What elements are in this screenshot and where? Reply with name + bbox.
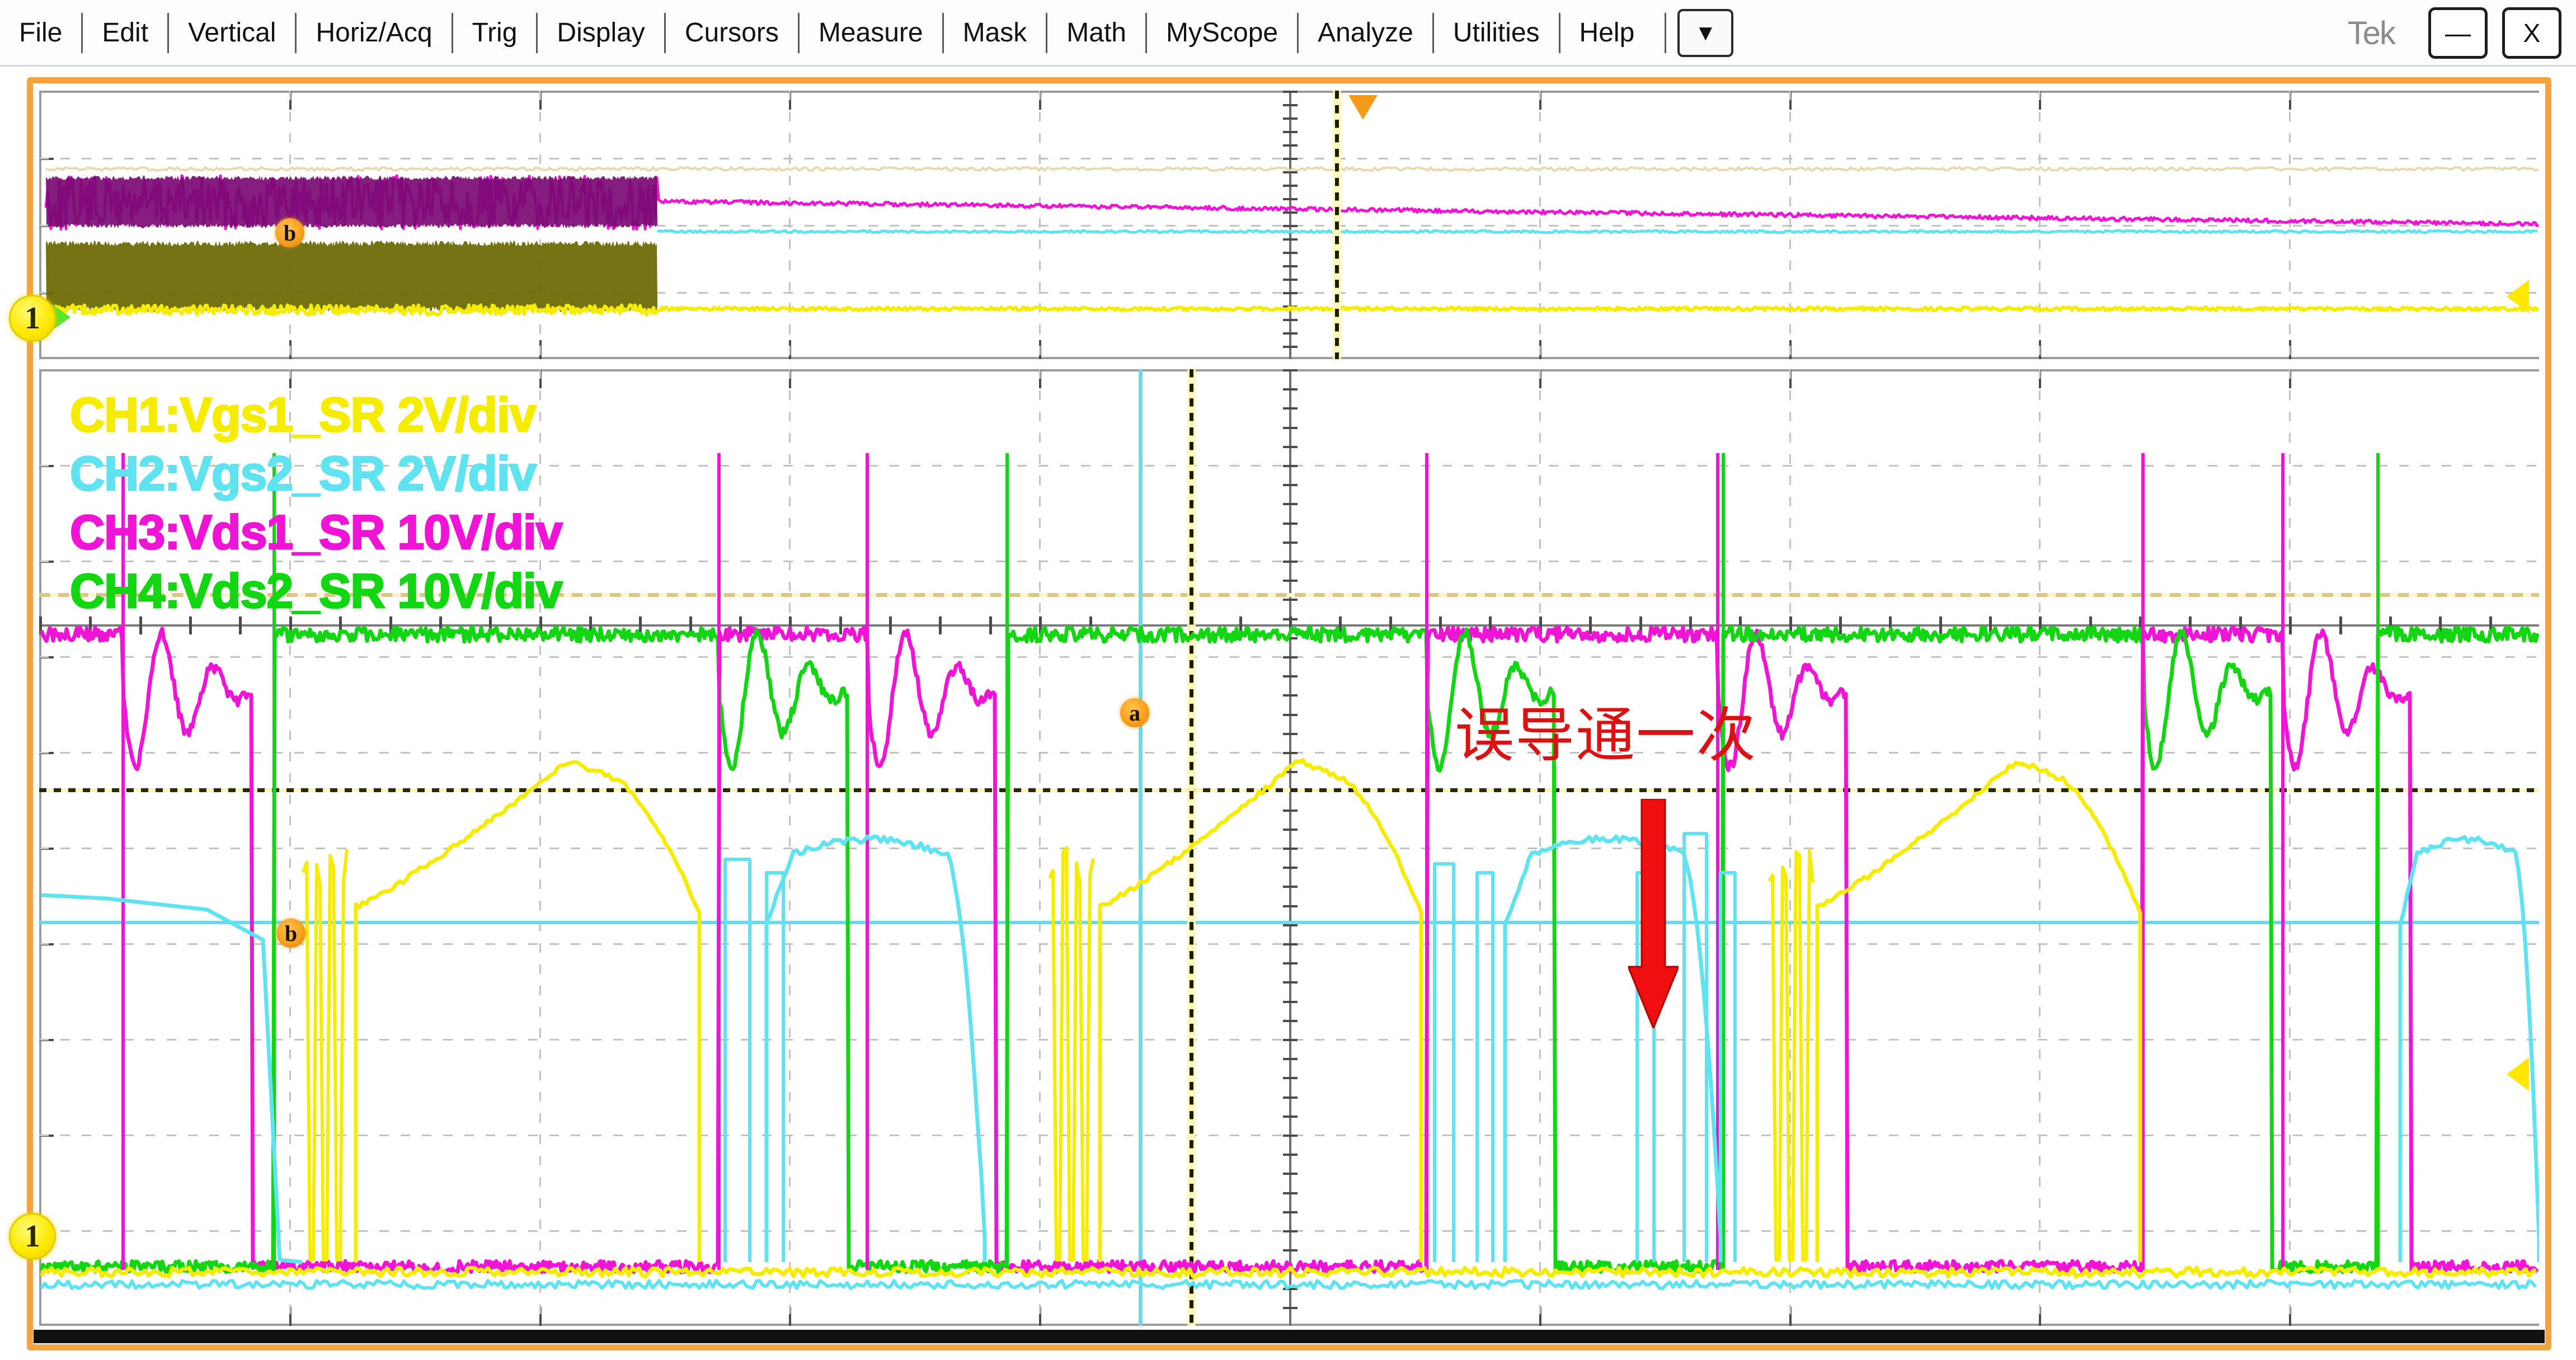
menu-display[interactable]: Display [538, 20, 664, 46]
cursor-a-badge[interactable]: a [1120, 698, 1149, 727]
minimize-icon: — [2445, 18, 2471, 48]
menu-cursors[interactable]: Cursors [666, 20, 798, 46]
cursor-b-badge-main[interactable]: b [276, 919, 305, 948]
legend-item-ch2: CH2:Vgs2_SR 2V/div [69, 446, 538, 501]
close-icon: X [2523, 18, 2541, 48]
menu-utilities[interactable]: Utilities [1434, 20, 1559, 46]
legend-item-ch4: CH4:Vds2_SR 10V/div [69, 563, 564, 619]
menu-overflow-button[interactable]: ▼ [1677, 9, 1734, 57]
menubar-bottom-rule [0, 65, 2576, 67]
close-button[interactable]: X [2502, 7, 2561, 59]
down-arrow-icon [1628, 799, 1679, 1028]
menu-file[interactable]: File [0, 20, 81, 46]
legend-item-ch3: CH3:Vds1_SR 10V/div [69, 505, 564, 560]
channel-legend: CH1:Vgs1_SR 2V/div CH2:Vgs2_SR 2V/div CH… [69, 386, 564, 621]
minimize-button[interactable]: — [2428, 7, 2488, 59]
channel-marker-right-main[interactable] [2507, 1057, 2529, 1091]
menu-vertical[interactable]: Vertical [169, 20, 295, 46]
oscilloscope-screenshot: File Edit Vertical Horiz/Acq Trig Displa… [0, 0, 2576, 1360]
annotation-label: 误导通一次 [1455, 701, 1757, 770]
bottom-status-bar [34, 1330, 2545, 1343]
overview-waveform-traces [44, 166, 2539, 317]
menu-analyze[interactable]: Analyze [1299, 20, 1432, 46]
menu-trig[interactable]: Trig [453, 20, 537, 46]
menu-bar: File Edit Vertical Horiz/Acq Trig Displa… [0, 0, 2576, 66]
trigger-level-marker[interactable] [1348, 95, 1378, 120]
menu-mask[interactable]: Mask [944, 20, 1046, 46]
menu-help[interactable]: Help [1560, 20, 1654, 46]
channel-marker-right-overview[interactable] [2507, 280, 2529, 313]
menu-myscope[interactable]: MyScope [1147, 20, 1297, 46]
legend-item-ch1: CH1:Vgs1_SR 2V/div [69, 388, 538, 443]
overview-cursor-vertical[interactable] [1335, 91, 1339, 359]
menu-math[interactable]: Math [1047, 20, 1145, 46]
menu-measure[interactable]: Measure [800, 20, 942, 46]
channel-1-reference-badge-main[interactable]: 1 [9, 1213, 56, 1260]
cursor-b-badge-overview[interactable]: b [275, 218, 304, 247]
menu-divider [1665, 13, 1667, 53]
overview-waveform-pane[interactable] [39, 91, 2539, 359]
channel-1-reference-badge-overview[interactable]: 1 [9, 295, 56, 342]
menu-horiz-acq[interactable]: Horiz/Acq [297, 20, 451, 46]
menu-edit[interactable]: Edit [83, 20, 167, 46]
tek-logo: Tek [2347, 15, 2396, 51]
chevron-down-icon: ▼ [1694, 21, 1717, 45]
